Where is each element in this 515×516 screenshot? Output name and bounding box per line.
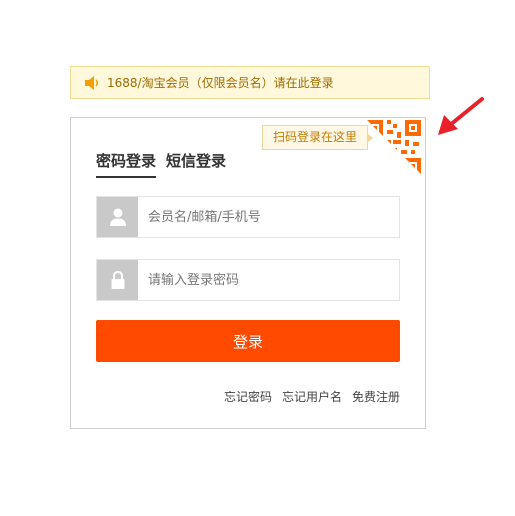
user-icon [109,208,126,226]
login-panel: 扫码登录在这里 密码登录 短信登录 会员名/邮箱/手机号 登录 忘记密码 忘记用… [70,117,426,429]
password-input[interactable] [138,260,399,300]
username-input[interactable] [138,197,399,237]
password-field [96,259,400,301]
free-register-link[interactable]: 免费注册 [352,388,400,405]
tab-sms-login[interactable]: 短信登录 [166,150,226,178]
forgot-username-link[interactable]: 忘记用户名 [282,388,342,405]
notice-text: 1688/淘宝会员（仅限会员名）请在此登录 [107,76,334,90]
lock-icon [111,270,124,289]
pointer-arrow-icon [438,97,484,135]
speaker-icon [85,75,98,90]
login-tabs: 密码登录 短信登录 [96,150,226,178]
tab-password-login[interactable]: 密码登录 [96,150,157,178]
login-button[interactable]: 登录 [96,320,400,362]
lock-icon-box [97,260,138,300]
username-field [96,196,400,238]
forgot-password-link[interactable]: 忘记密码 [224,388,272,405]
user-icon-box [97,197,138,237]
help-links: 忘记密码 忘记用户名 免费注册 [224,388,400,405]
qr-code-icon[interactable] [365,118,425,178]
qr-login-tip: 扫码登录在这里 [262,125,374,150]
login-notice-bar: 1688/淘宝会员（仅限会员名）请在此登录 [70,66,430,99]
